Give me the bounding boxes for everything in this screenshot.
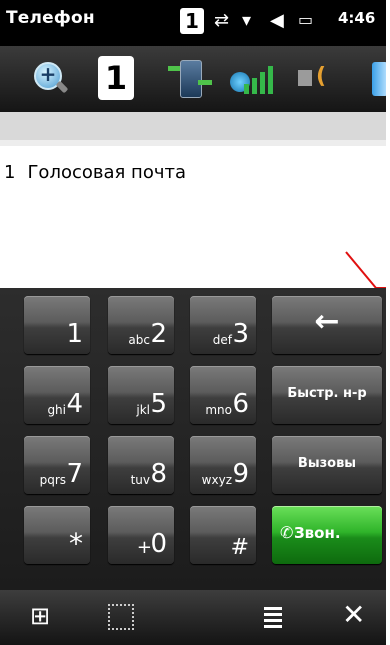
dial-pad: 1 abc 2 def 3 ← ghi 4 jkl 5 mno 6 Быстр. н-р … [0, 288, 386, 590]
phone-icon: ✆ [280, 523, 294, 542]
line-indicator-icon: 1 [180, 8, 204, 34]
phone-app-window: Телефон 1 ⇄ ▾ ◀ ▭ 4:46 + 1 (1 Голосовая… [0, 0, 390, 645]
speaker-status-icon: ◀ [270, 10, 284, 31]
key-1[interactable]: 1 [24, 296, 90, 354]
menu-icon[interactable] [264, 604, 282, 628]
battery-status-icon: ▭ [298, 10, 314, 29]
call-log-button[interactable]: Вызовы [272, 436, 382, 494]
volume-icon[interactable]: ( [292, 56, 336, 100]
speed-dial-button[interactable]: Быстр. н-р [272, 366, 382, 424]
app-title: Телефон [6, 8, 95, 28]
data-connection-icon: ⇄ [214, 10, 230, 31]
annotation-arrow [345, 251, 390, 289]
close-icon[interactable]: ✕ [342, 598, 365, 631]
voicemail-entry[interactable]: 1 Голосовая почта [4, 162, 186, 183]
key-2[interactable]: abc 2 [108, 296, 174, 354]
app-toolbar: + 1 ( [0, 46, 388, 112]
backspace-button[interactable]: ← [272, 296, 382, 354]
signal-strength-icon: ▾ [242, 10, 252, 31]
status-bar: Телефон 1 ⇄ ▾ ◀ ▭ 4:46 [0, 0, 386, 46]
voicemail-index: 1 [4, 162, 16, 183]
key-9[interactable]: wxyz 9 [190, 436, 256, 494]
line-number-icon[interactable]: 1 [98, 56, 134, 100]
key-6[interactable]: mno 6 [190, 366, 256, 424]
key-3[interactable]: def 3 [190, 296, 256, 354]
clock[interactable]: 4:46 [338, 9, 375, 27]
key-4[interactable]: ghi 4 [24, 366, 90, 424]
keyboard-icon[interactable] [108, 604, 134, 630]
key-8[interactable]: tuv 8 [108, 436, 174, 494]
right-edge [386, 0, 390, 645]
key-7[interactable]: pqrs 7 [24, 436, 90, 494]
call-button[interactable]: ✆ Звон. [272, 506, 382, 564]
speed-dial-list: 1 Голосовая почта [0, 146, 386, 288]
windows-start-icon[interactable]: ⊞ [30, 602, 50, 630]
zoom-icon[interactable]: + [28, 56, 72, 100]
signal-icon[interactable] [228, 56, 273, 100]
backspace-icon: ← [314, 304, 340, 339]
key-hash[interactable]: # [190, 506, 256, 564]
key-star[interactable]: * [24, 506, 90, 564]
dialed-number-strip [0, 112, 386, 140]
key-0[interactable]: +0 [108, 506, 174, 564]
bottom-menu-bar: ⊞ ✕ [0, 590, 386, 645]
voicemail-label: Голосовая почта [27, 162, 186, 183]
transfer-icon[interactable] [168, 56, 212, 100]
key-5[interactable]: jkl 5 [108, 366, 174, 424]
